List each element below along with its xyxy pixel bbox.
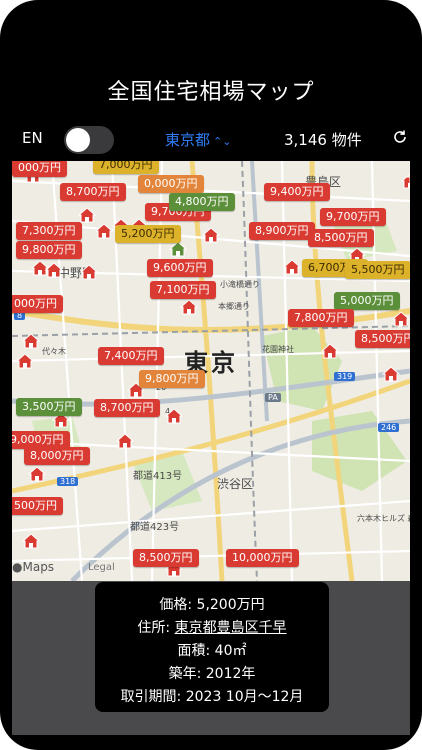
price-tag[interactable]: 5,000万円 xyxy=(334,292,400,310)
toolbar: EN 東京都 ⌃⌄ 3,146 物件 xyxy=(0,126,422,154)
price-tag[interactable]: 5,200万円 xyxy=(115,225,181,243)
price-tag[interactable]: 5,500万円 xyxy=(345,261,410,279)
house-marker-icon[interactable] xyxy=(22,533,40,549)
chevron-updown-icon: ⌃⌄ xyxy=(213,135,232,148)
toggle-knob xyxy=(66,128,90,152)
house-marker-icon[interactable] xyxy=(22,333,40,349)
maps-logo: ●Maps xyxy=(12,560,54,574)
price-tag[interactable]: 3,500万円 xyxy=(16,398,82,416)
price-tag[interactable]: 8,900万円 xyxy=(249,222,315,240)
house-marker-icon[interactable] xyxy=(165,408,183,424)
detail-year: 築年: 2012年 xyxy=(168,666,256,682)
map-label-roppongi: 六本木ヒルズ 森タ xyxy=(357,514,410,523)
map-label-yoyogi: 代々木 xyxy=(42,347,66,356)
house-marker-icon[interactable] xyxy=(180,299,198,315)
property-count: 3,146 物件 xyxy=(284,131,362,149)
price-tag[interactable]: 000万円 xyxy=(12,295,63,313)
property-detail-card: 価格: 5,200万円 住所: 東京都豊島区千早 面積: 40㎡ 築年: 201… xyxy=(95,582,329,712)
price-tag[interactable]: 0,000万円 xyxy=(138,175,204,193)
house-marker-icon[interactable] xyxy=(78,207,96,223)
price-tag[interactable]: 9,400万円 xyxy=(264,183,330,201)
price-tag[interactable]: 8,000万円 xyxy=(24,447,90,465)
price-tag[interactable]: 7,100万円 xyxy=(150,281,216,299)
price-tag[interactable]: 7,300万円 xyxy=(16,222,82,240)
map-view[interactable]: 豊島区 中野区 渋谷区 花園神社 都道413号 都道423号 六本木ヒルズ 森タ… xyxy=(12,161,410,581)
price-tag[interactable]: 7,400万円 xyxy=(98,347,164,365)
price-tag[interactable]: 9,800万円 xyxy=(139,370,205,388)
map-label-hongo: 本郷通り xyxy=(218,302,250,311)
price-tag[interactable]: 9,800万円 xyxy=(16,241,82,259)
house-marker-icon[interactable] xyxy=(169,241,187,257)
price-tag[interactable]: 9,600万円 xyxy=(147,259,213,277)
map-label-route-319: 319 xyxy=(334,372,356,381)
price-tag[interactable]: 10,000万円 xyxy=(226,549,299,567)
map-label-route-246: 246 xyxy=(378,423,400,432)
detail-price: 価格: 5,200万円 xyxy=(159,597,265,613)
map-label-road-413: 都道413号 xyxy=(133,471,183,482)
map-label-shibuya: 渋谷区 xyxy=(217,477,254,491)
refresh-icon[interactable] xyxy=(392,129,408,145)
price-tag[interactable]: 8,500万円 xyxy=(133,549,199,567)
house-marker-icon[interactable] xyxy=(202,227,220,243)
detail-address-link[interactable]: 東京都豊島区千早 xyxy=(175,620,287,636)
detail-address-row: 住所: 東京都豊島区千早 xyxy=(95,617,329,640)
maps-brand-label: Maps xyxy=(22,560,55,574)
legal-link[interactable]: Legal xyxy=(88,562,115,573)
map-label-hanazono: 花園神社 xyxy=(262,345,294,354)
language-toggle[interactable] xyxy=(64,126,114,154)
house-marker-icon[interactable] xyxy=(80,264,98,280)
map-label-route-318: 318 xyxy=(57,477,79,486)
detail-period: 取引期間: 2023 10月〜12月 xyxy=(120,689,304,705)
house-marker-icon[interactable] xyxy=(407,169,410,185)
price-tag[interactable]: 8,700万円 xyxy=(94,399,160,417)
map-label-road-423: 都道423号 xyxy=(130,522,180,533)
price-tag[interactable]: 7,000万円 xyxy=(93,161,159,174)
house-marker-icon[interactable] xyxy=(392,311,410,327)
prefecture-selector[interactable]: 東京都 ⌃⌄ xyxy=(165,129,231,150)
price-tag[interactable]: 7,800万円 xyxy=(288,309,354,327)
house-marker-icon[interactable] xyxy=(95,223,113,239)
prefecture-label: 東京都 xyxy=(165,131,211,149)
app-title: 全国住宅相場マップ xyxy=(107,80,315,105)
detail-area: 面積: 40㎡ xyxy=(177,643,247,659)
price-tag[interactable]: 000万円 xyxy=(12,161,67,177)
price-tag[interactable]: 9,700万円 xyxy=(320,208,386,226)
price-tag[interactable]: 8,700万円 xyxy=(60,183,126,201)
price-tag[interactable]: 500万円 xyxy=(12,497,63,515)
price-tag[interactable]: 8,500万円 xyxy=(308,229,374,247)
house-marker-icon[interactable] xyxy=(116,433,134,449)
house-marker-icon[interactable] xyxy=(45,262,63,278)
house-marker-icon[interactable] xyxy=(28,466,46,482)
detail-address-label: 住所: xyxy=(137,620,175,636)
map-label-otakibashi: 小滝橋通り xyxy=(220,280,260,289)
house-marker-icon[interactable] xyxy=(382,366,400,382)
language-label: EN xyxy=(22,129,43,147)
house-marker-icon[interactable] xyxy=(283,259,301,275)
phone-frame: 全国住宅相場マップ EN 東京都 ⌃⌄ 3,146 物件 豊島区 中野区 渋谷区… xyxy=(0,0,422,750)
house-marker-icon[interactable] xyxy=(321,343,339,359)
map-label-pa: PA xyxy=(265,393,281,402)
price-tag[interactable]: 8,500万円 xyxy=(355,330,410,348)
price-tag[interactable]: 4,800万円 xyxy=(169,193,235,211)
house-marker-icon[interactable] xyxy=(16,353,34,369)
apple-logo-icon: ● xyxy=(12,560,23,574)
